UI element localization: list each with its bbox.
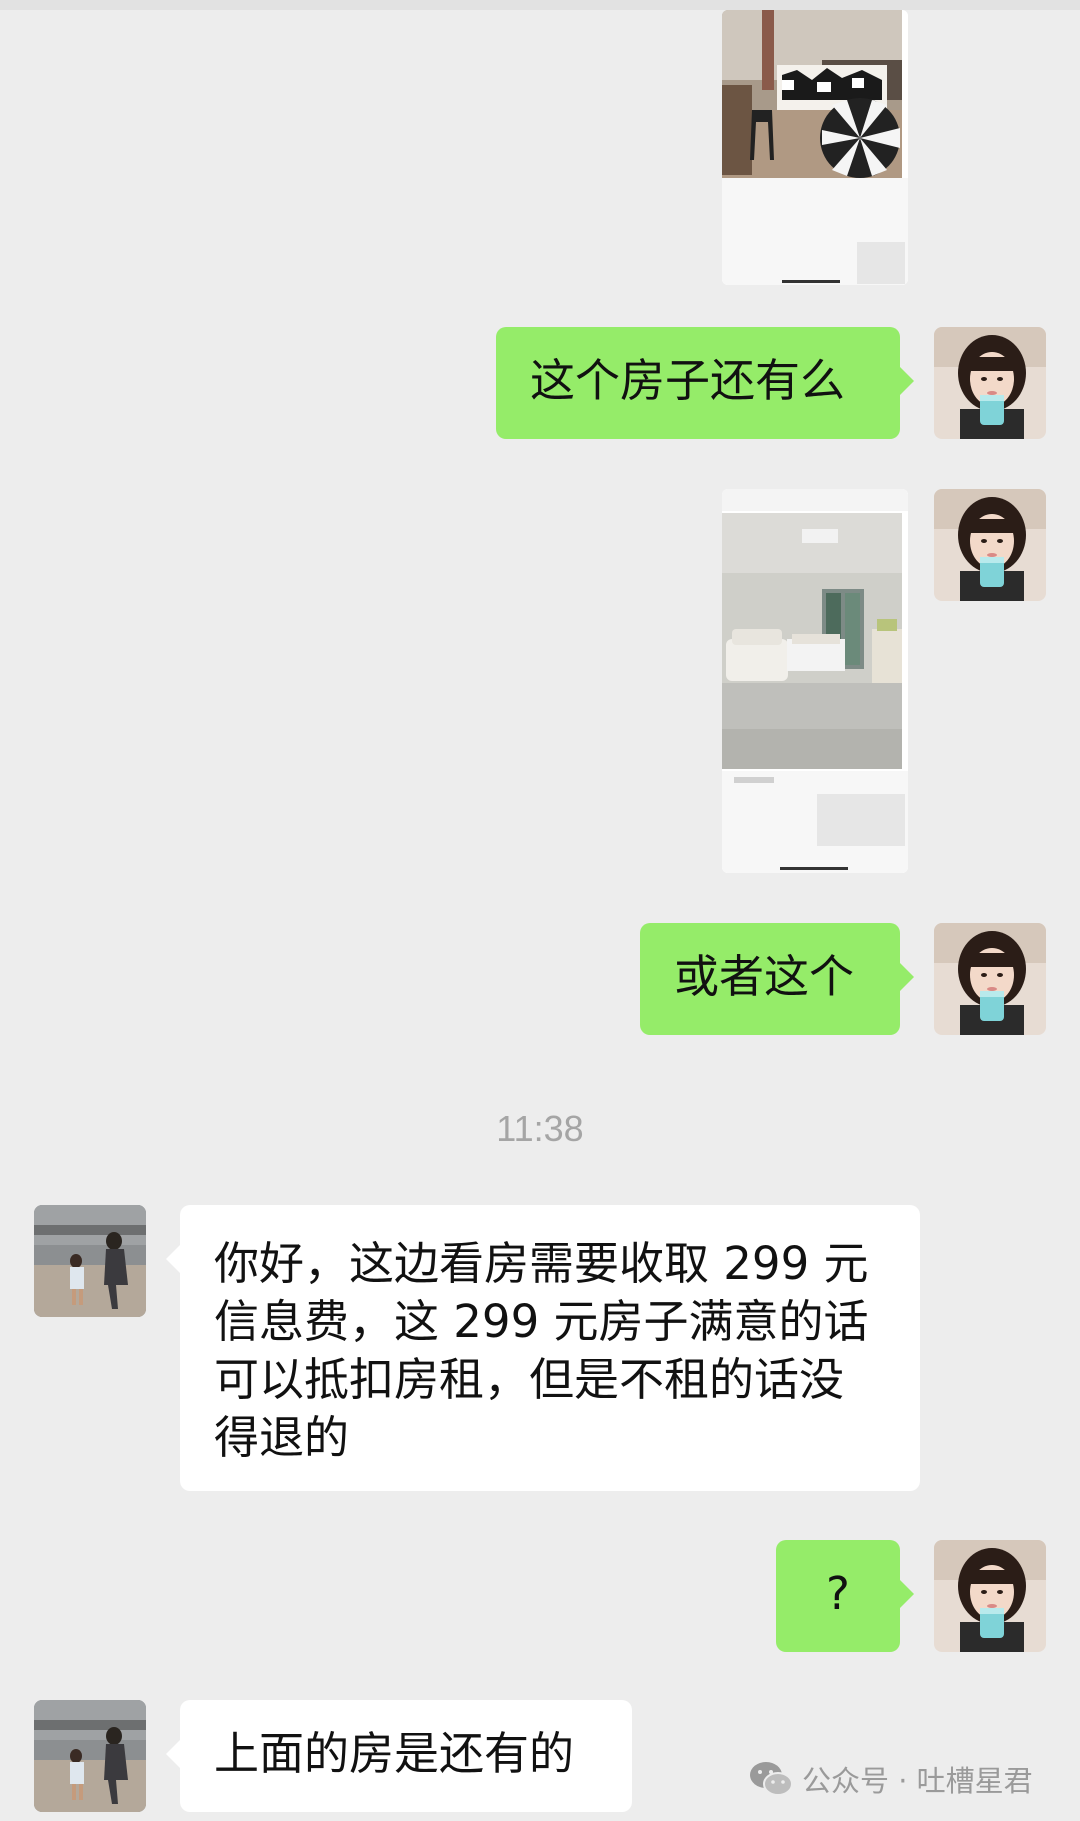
message-text: 或者这个: [674, 950, 855, 1003]
avatar-self[interactable]: [934, 923, 1046, 1035]
top-edge: [0, 0, 1080, 10]
message-text: 上面的房是还有的: [214, 1727, 575, 1780]
watermark: 公众号 · 吐槽星君: [748, 1754, 1033, 1804]
avatar-contact[interactable]: [34, 1700, 146, 1812]
message-text: 这个房子还有么: [530, 354, 846, 407]
chat-timestamp: 11:38: [496, 1108, 584, 1149]
message-text-line: 信息费，这 299 元房子满意的话: [214, 1295, 869, 1348]
message-bubble-received[interactable]: 你好，这边看房需要收取 299 元 信息费，这 299 元房子满意的话 可以抵扣…: [166, 1205, 920, 1491]
avatar-self[interactable]: [934, 327, 1046, 439]
message-text: ?: [826, 1567, 850, 1620]
avatar-self[interactable]: [934, 1540, 1046, 1652]
message-bubble-sent[interactable]: ?: [776, 1540, 914, 1652]
message-text-line: 得退的: [214, 1411, 350, 1464]
message-bubble-sent[interactable]: 这个房子还有么: [496, 327, 914, 439]
message-text-line: 你好，这边看房需要收取 299 元: [214, 1237, 869, 1290]
avatar-self[interactable]: [934, 489, 1046, 601]
listing-image-bedroom[interactable]: [722, 10, 908, 285]
wechat-icon: [750, 1762, 793, 1796]
message-bubble-sent[interactable]: 或者这个: [640, 923, 914, 1035]
listing-image-living-room[interactable]: [722, 489, 908, 873]
watermark-text: 公众号 · 吐槽星君: [802, 1764, 1033, 1798]
avatar-contact[interactable]: [34, 1205, 146, 1317]
message-bubble-received[interactable]: 上面的房是还有的: [166, 1700, 632, 1812]
message-text-line: 可以抵扣房租，但是不租的话没: [214, 1353, 845, 1406]
